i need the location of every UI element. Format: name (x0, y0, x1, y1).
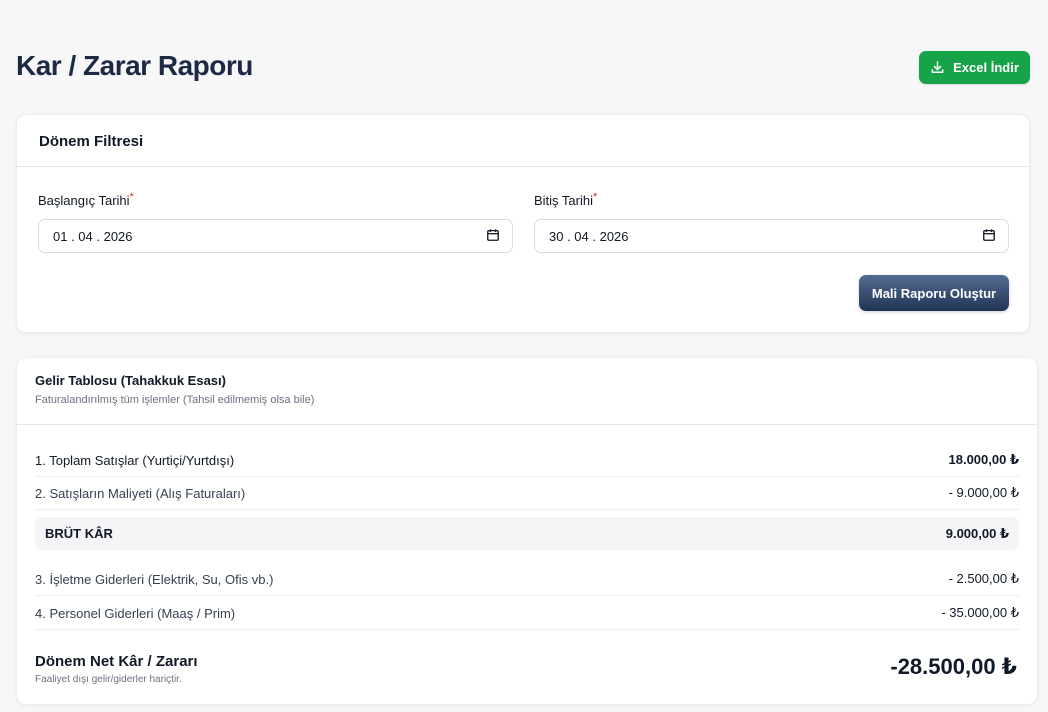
income-statement-header: Gelir Tablosu (Tahakkuk Esası) Faturalan… (17, 358, 1037, 425)
gross-profit-value: 9.000,00 ₺ (945, 525, 1009, 541)
income-statement-subtitle: Faturalandırılmış tüm işlemler (Tahsil e… (35, 394, 315, 406)
start-date-label-text: Başlangıç Tarihi (38, 193, 130, 208)
page-title: Kar / Zarar Raporu (16, 50, 253, 81)
end-date-label: Bitiş Tarihi* (534, 191, 598, 208)
end-date-input[interactable]: 30 . 04 . 2026 (534, 219, 1009, 253)
end-date-value: 30 . 04 . 2026 (549, 228, 629, 244)
generate-report-button[interactable]: Mali Raporu Oluştur (859, 275, 1009, 311)
required-mark: * (129, 191, 134, 203)
gross-profit-label: BRÜT KÂR (45, 526, 113, 541)
cost-of-sales-row: 2. Satışların Maliyeti (Alış Faturaları)… (35, 477, 1019, 510)
operating-expenses-row: 3. İşletme Giderleri (Elektrik, Su, Ofis… (35, 563, 1019, 596)
net-profit-value: -28.500,00 ₺ (890, 654, 1017, 679)
excel-button-label: Excel İndir (953, 60, 1019, 75)
row-label: 1. Toplam Satışlar (Yurtiçi/Yurtdışı) (35, 452, 235, 468)
excel-download-button[interactable]: Excel İndir (919, 51, 1030, 84)
row-label: 4. Personel Giderleri (Maaş / Prim) (35, 605, 236, 621)
row-value: - 9.000,00 ₺ (948, 485, 1019, 500)
net-profit-label: Dönem Net Kâr / Zararı (35, 653, 198, 670)
row-label: 2. Satışların Maliyeti (Alış Faturaları) (35, 485, 246, 501)
gross-profit-row: BRÜT KÂR 9.000,00 ₺ (35, 517, 1019, 550)
start-date-label: Başlangıç Tarihi* (38, 191, 134, 208)
period-filter-card: Dönem Filtresi Başlangıç Tarihi* 01 . 04… (16, 114, 1030, 333)
filter-card-title: Dönem Filtresi (17, 115, 1029, 167)
start-date-input[interactable]: 01 . 04 . 2026 (38, 219, 513, 253)
required-mark: * (593, 191, 598, 203)
personnel-expenses-row: 4. Personel Giderleri (Maaş / Prim) - 35… (35, 597, 1019, 630)
calendar-icon[interactable] (982, 228, 996, 245)
income-statement-title: Gelir Tablosu (Tahakkuk Esası) (35, 373, 226, 388)
end-date-label-text: Bitiş Tarihi (534, 193, 594, 208)
net-profit-note: Faaliyet dışı gelir/giderler hariçtir. (35, 674, 182, 685)
income-statement-card: Gelir Tablosu (Tahakkuk Esası) Faturalan… (16, 357, 1038, 705)
row-value: - 35.000,00 ₺ (941, 605, 1019, 620)
download-icon (930, 60, 945, 75)
row-label: 3. İşletme Giderleri (Elektrik, Su, Ofis… (35, 571, 274, 587)
start-date-value: 01 . 04 . 2026 (53, 228, 133, 244)
row-value: - 2.500,00 ₺ (948, 571, 1019, 586)
calendar-icon[interactable] (486, 228, 500, 245)
total-sales-row: 1. Toplam Satışlar (Yurtiçi/Yurtdışı) 18… (35, 444, 1019, 477)
row-value: 18.000,00 ₺ (948, 452, 1020, 467)
